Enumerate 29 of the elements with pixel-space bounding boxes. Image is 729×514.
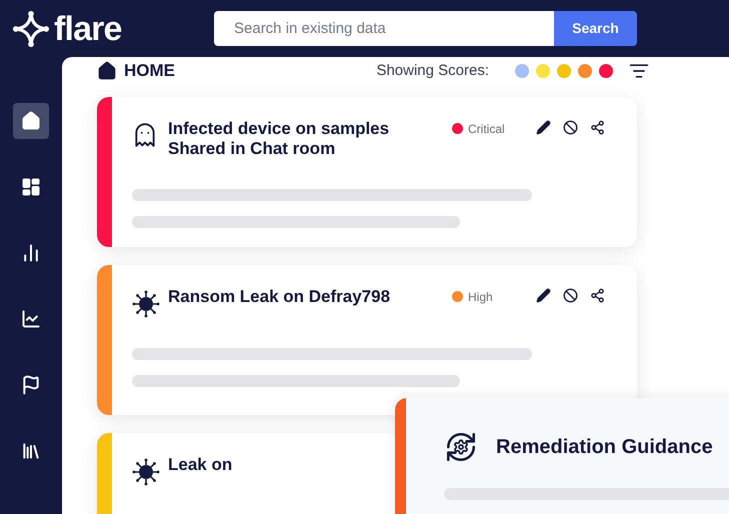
- panel-title: Remediation Guidance: [496, 435, 713, 460]
- bar-chart-icon: [21, 243, 41, 263]
- severity-label: Critical: [468, 120, 505, 138]
- alert-title: Leak on: [168, 454, 234, 474]
- library-icon: [21, 441, 41, 461]
- share-icon[interactable]: [590, 120, 605, 134]
- block-icon[interactable]: [563, 120, 578, 134]
- edit-icon[interactable]: [536, 288, 551, 302]
- sparkle-logo-icon: [12, 10, 50, 48]
- share-icon[interactable]: [590, 288, 605, 302]
- brand-name: flare: [54, 12, 122, 46]
- home-icon: [21, 111, 41, 131]
- block-icon[interactable]: [563, 288, 578, 302]
- line-chart-icon: [21, 309, 41, 329]
- flag-icon: [21, 375, 41, 395]
- dashboard-icon: [21, 177, 41, 197]
- search-button[interactable]: Search: [554, 11, 637, 46]
- home-icon: [97, 60, 117, 81]
- scores-label: Showing Scores:: [376, 60, 489, 80]
- alert-title: Infected device on samples Shared in Chat room: [168, 118, 390, 158]
- breadcrumb: HOME: [124, 60, 175, 82]
- severity-label: High: [468, 288, 493, 306]
- search-field[interactable]: Search in existing data: [214, 11, 554, 46]
- alert-title: Ransom Leak on Defray798: [168, 286, 392, 306]
- virus-icon: [132, 458, 160, 486]
- virus-icon: [132, 290, 160, 318]
- edit-icon[interactable]: [536, 120, 551, 134]
- gear-refresh-icon: [444, 430, 478, 464]
- sidebar-item[interactable]: [13, 103, 49, 139]
